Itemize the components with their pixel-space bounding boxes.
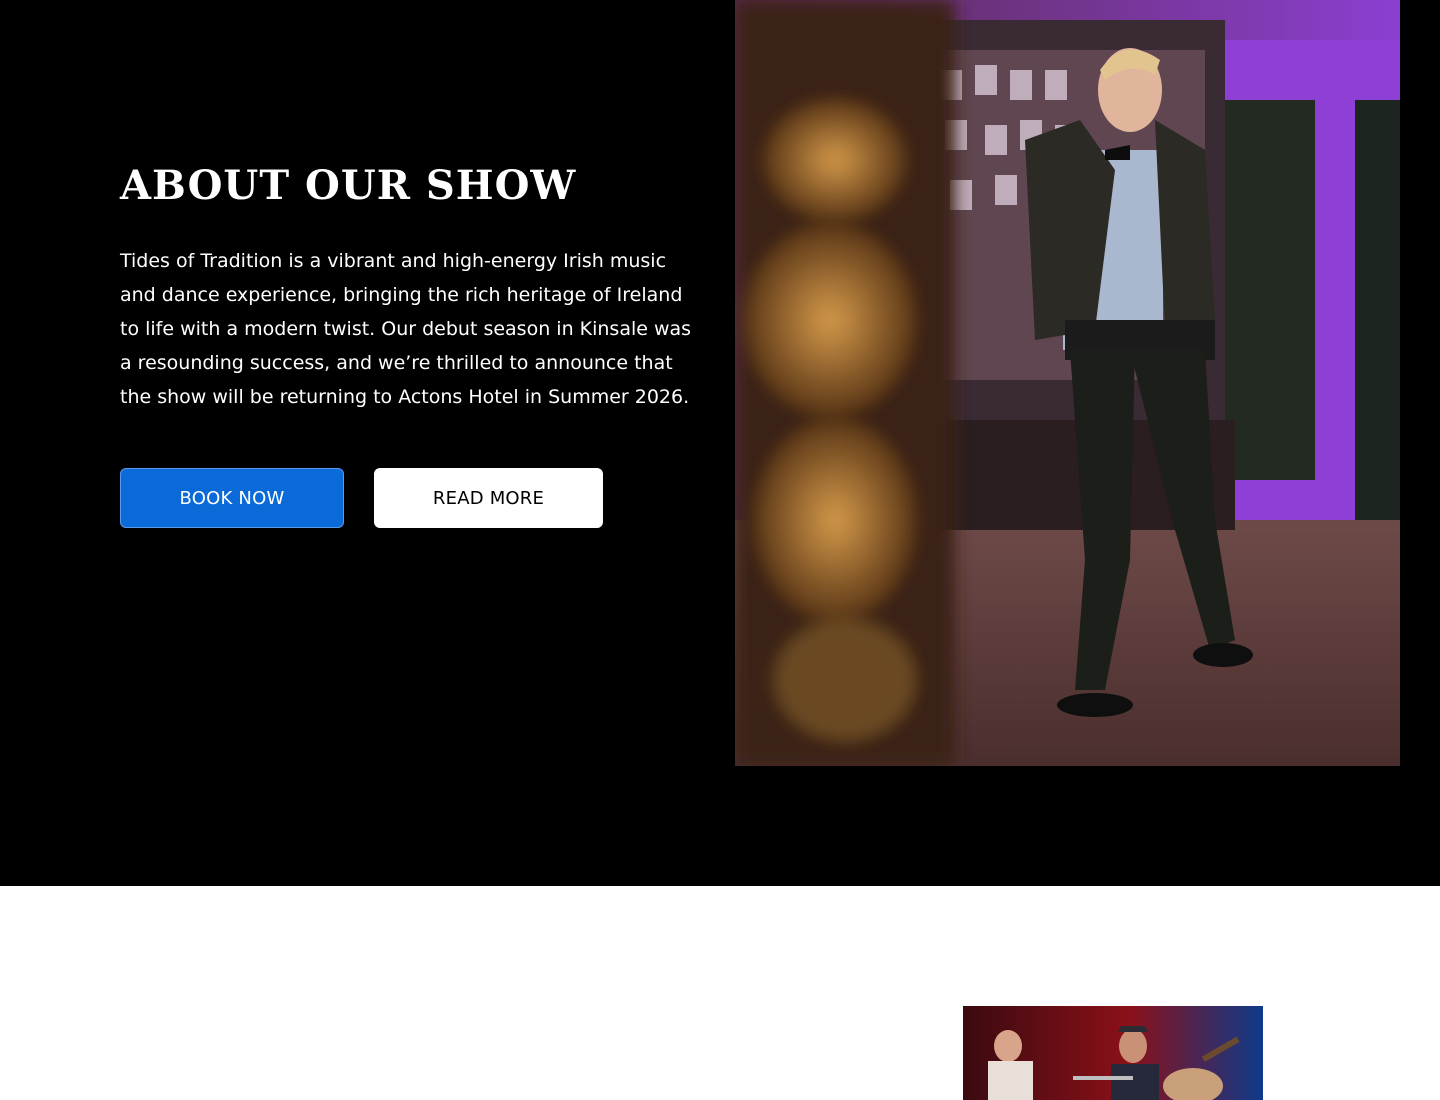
- about-section: About our show Tides of Tradition is a v…: [0, 0, 1440, 886]
- about-title: About our show: [120, 162, 577, 209]
- dancer-photo: [735, 0, 1400, 766]
- about-description: Tides of Tradition is a vibrant and high…: [120, 250, 692, 408]
- book-now-button[interactable]: BOOK NOW: [120, 468, 344, 528]
- band-performance-photo: [963, 1006, 1263, 1100]
- read-more-button[interactable]: READ MORE: [374, 468, 603, 528]
